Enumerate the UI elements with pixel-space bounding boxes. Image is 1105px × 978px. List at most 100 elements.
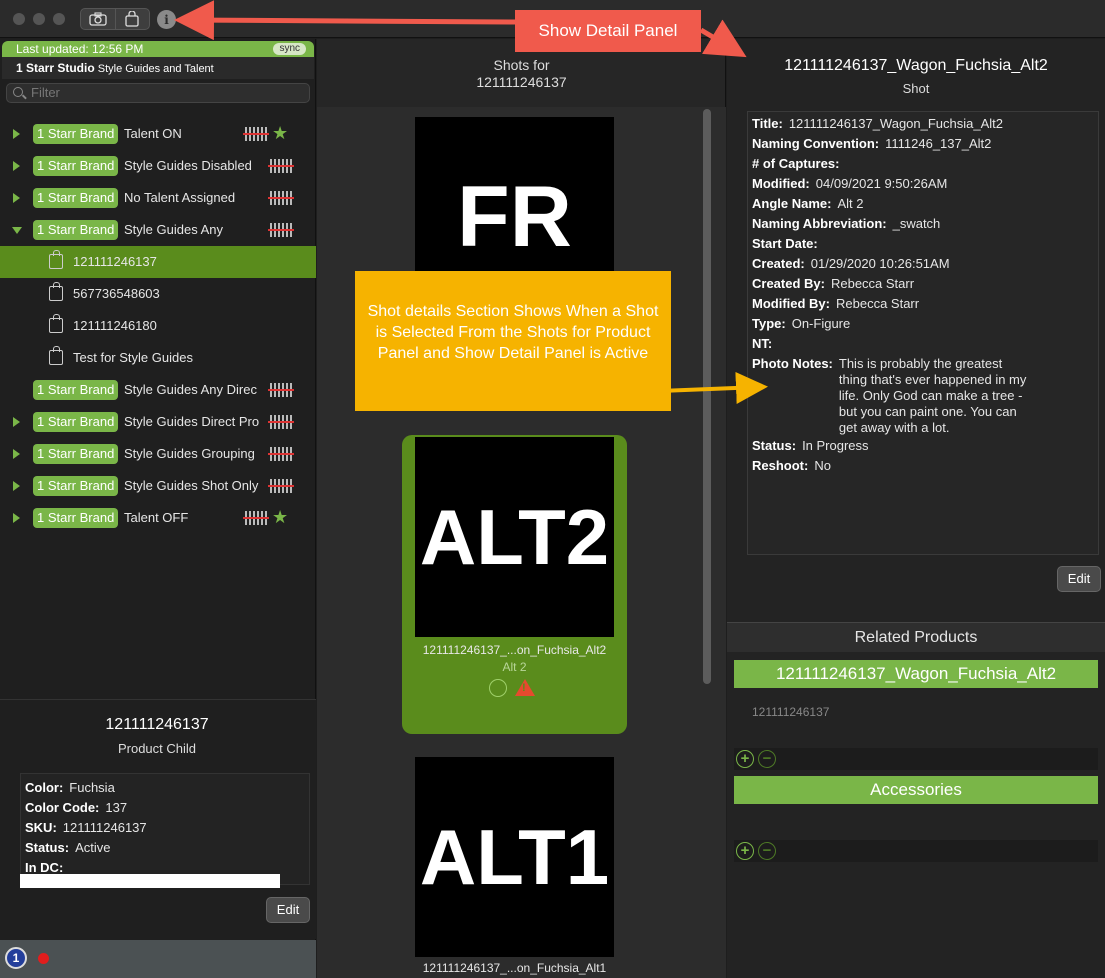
row-label: Style Guides Disabled bbox=[124, 158, 252, 173]
tree-child-product[interactable]: Test for Style Guides bbox=[0, 342, 316, 374]
status-bar: 1 bbox=[0, 940, 316, 978]
related-add-remove-bar: + − bbox=[734, 748, 1098, 770]
close-window-button[interactable] bbox=[13, 13, 25, 25]
tree-row-style-guides-any-direct[interactable]: 1 Starr Brand Style Guides Any Direc bbox=[0, 374, 316, 406]
product-subtitle: Product Child bbox=[117, 741, 197, 756]
app-badge-icon[interactable]: 1 bbox=[5, 947, 27, 969]
row-label: Style Guides Any bbox=[124, 222, 223, 237]
field-status: Status: Active bbox=[25, 840, 111, 855]
field-modified: Modified: 04/09/2021 9:50:26AM bbox=[752, 176, 948, 191]
shot-details-callout: Shot details Section Shows When a Shot i… bbox=[355, 271, 671, 411]
add-accessory-button[interactable]: + bbox=[736, 842, 754, 860]
add-related-button[interactable]: + bbox=[736, 750, 754, 768]
style-guide-icon bbox=[268, 479, 294, 493]
progress-circle-icon bbox=[489, 679, 507, 697]
tree-row-style-guides-direct-pro[interactable]: 1 Starr Brand Style Guides Direct Pro bbox=[0, 406, 316, 438]
remove-related-button[interactable]: − bbox=[758, 750, 776, 768]
thumb-text: ALT1 bbox=[419, 812, 610, 901]
camera-icon bbox=[89, 12, 107, 26]
studio-description: Style Guides and Talent bbox=[97, 63, 214, 75]
child-label: 567736548603 bbox=[73, 286, 160, 301]
style-guide-icon bbox=[268, 159, 294, 173]
disclosure-triangle-icon[interactable] bbox=[13, 481, 20, 491]
tree-row-talent-off[interactable]: 1 Starr Brand Talent OFF ★ bbox=[0, 502, 316, 534]
disclosure-triangle-open-icon[interactable] bbox=[12, 227, 22, 234]
talent-star-icon: ★ bbox=[272, 123, 289, 143]
style-guide-icon bbox=[268, 223, 294, 237]
warning-icon bbox=[515, 679, 535, 696]
remove-accessory-button[interactable]: − bbox=[758, 842, 776, 860]
field-color-code: Color Code: 137 bbox=[25, 800, 128, 815]
child-label: 121111246137 bbox=[73, 254, 157, 269]
zoom-window-button[interactable] bbox=[53, 13, 65, 25]
field-naming-abbreviation: Naming Abbreviation: _swatch bbox=[752, 216, 941, 231]
shots-list[interactable]: FR ALT2 121111246137_...on_Fuchsia_Alt2 … bbox=[317, 107, 726, 978]
accessories-add-remove-bar: + − bbox=[734, 840, 1098, 862]
show-detail-panel-callout: Show Detail Panel bbox=[515, 10, 701, 52]
related-product-item[interactable]: 121111246137_Wagon_Fuchsia_Alt2 bbox=[734, 660, 1098, 688]
row-label: Style Guides Any Direc bbox=[124, 382, 257, 397]
studio-header: 1 Starr Studio Style Guides and Talent bbox=[2, 57, 314, 79]
product-edit-button[interactable]: Edit bbox=[266, 897, 310, 923]
sidebar: Last updated: 12:56 PM sync 1 Starr Stud… bbox=[0, 39, 316, 978]
sync-button[interactable]: sync bbox=[273, 43, 306, 55]
field-nt: NT: bbox=[752, 336, 773, 351]
shots-panel: Shots for 121111246137 FR ALT2 121111246… bbox=[317, 39, 726, 978]
field-reshoot: Reshoot: No bbox=[752, 458, 831, 473]
camera-view-button[interactable] bbox=[81, 9, 115, 29]
show-detail-panel-button[interactable]: i bbox=[157, 10, 176, 29]
tree-child-product[interactable]: 121111246180 bbox=[0, 310, 316, 342]
shot-detail-panel: 121111246137_Wagon_Fuchsia_Alt2 Shot Tit… bbox=[727, 39, 1105, 978]
minimize-window-button[interactable] bbox=[33, 13, 45, 25]
brand-tag: 1 Starr Brand bbox=[33, 124, 119, 144]
tree-row-style-guides-any[interactable]: 1 Starr Brand Style Guides Any bbox=[0, 214, 316, 246]
shots-scrollbar[interactable] bbox=[703, 109, 711, 684]
disclosure-triangle-icon[interactable] bbox=[13, 449, 20, 459]
disclosure-triangle-icon[interactable] bbox=[13, 193, 20, 203]
sync-status-bar: Last updated: 12:56 PM sync bbox=[2, 41, 314, 57]
shot-edit-button[interactable]: Edit bbox=[1057, 566, 1101, 592]
thumb-text: FR bbox=[457, 168, 572, 265]
disclosure-triangle-icon[interactable] bbox=[13, 417, 20, 427]
product-detail-panel: 121111246137 Product Child Color: Fuchsia… bbox=[0, 699, 316, 939]
tree-child-product-selected[interactable]: 121111246137 bbox=[0, 246, 316, 278]
tree-row-style-guides-grouping[interactable]: 1 Starr Brand Style Guides Grouping bbox=[0, 438, 316, 470]
shot-card-alt2[interactable]: ALT2 bbox=[415, 437, 614, 637]
field-sku: SKU: 121111246137 bbox=[25, 820, 147, 835]
tree-row-talent-on[interactable]: 1 Starr Brand Talent ON ★ bbox=[0, 118, 316, 150]
shot-fields: Title: 121111246137_Wagon_Fuchsia_Alt2 Na… bbox=[747, 111, 1099, 555]
field-modified-by: Modified By: Rebecca Starr bbox=[752, 296, 920, 311]
disclosure-triangle-icon[interactable] bbox=[13, 129, 20, 139]
tree-row-no-talent-assigned[interactable]: 1 Starr Brand No Talent Assigned bbox=[0, 182, 316, 214]
brand-tag: 1 Starr Brand bbox=[33, 412, 119, 432]
brand-tag: 1 Starr Brand bbox=[33, 188, 119, 208]
product-view-button[interactable] bbox=[114, 9, 150, 29]
field-created: Created: 01/29/2020 10:26:51AM bbox=[752, 256, 950, 271]
field-type: Type: On-Figure bbox=[752, 316, 851, 331]
row-label: Style Guides Direct Pro bbox=[124, 414, 260, 429]
tree-row-style-guides-shot-only[interactable]: 1 Starr Brand Style Guides Shot Only bbox=[0, 470, 316, 502]
filter-input[interactable]: Filter bbox=[6, 83, 310, 103]
style-guide-icon bbox=[268, 191, 294, 205]
filter-placeholder: Filter bbox=[31, 85, 60, 100]
field-status: Status: In Progress bbox=[752, 438, 869, 453]
field-color: Color: Fuchsia bbox=[25, 780, 115, 795]
redaction-bar bbox=[20, 874, 280, 888]
field-captures: # of Captures: bbox=[752, 156, 840, 171]
last-updated-text: Last updated: 12:56 PM bbox=[16, 42, 144, 56]
style-guide-icon bbox=[268, 415, 294, 429]
product-fields: Color: Fuchsia Color Code: 137 SKU: 1211112… bbox=[20, 773, 310, 885]
tree-child-product[interactable]: 567736548603 bbox=[0, 278, 316, 310]
tree-row-style-guides-disabled[interactable]: 1 Starr Brand Style Guides Disabled bbox=[0, 150, 316, 182]
talent-star-icon: ★ bbox=[272, 507, 289, 527]
shot-card-alt1[interactable]: ALT1 bbox=[415, 757, 614, 957]
thumb-text: ALT2 bbox=[419, 492, 610, 581]
field-photo-notes: Photo Notes: This is probably the greates… bbox=[752, 356, 1027, 435]
disclosure-triangle-icon[interactable] bbox=[13, 161, 20, 171]
disclosure-triangle-icon[interactable] bbox=[13, 513, 20, 523]
field-title: Title: 121111246137_Wagon_Fuchsia_Alt2 bbox=[752, 116, 1004, 131]
shots-header: Shots for 121111246137 bbox=[317, 57, 726, 91]
bag-icon bbox=[49, 282, 63, 301]
field-created-by: Created By: Rebecca Starr bbox=[752, 276, 915, 291]
product-title: 121111246137 bbox=[105, 716, 209, 733]
